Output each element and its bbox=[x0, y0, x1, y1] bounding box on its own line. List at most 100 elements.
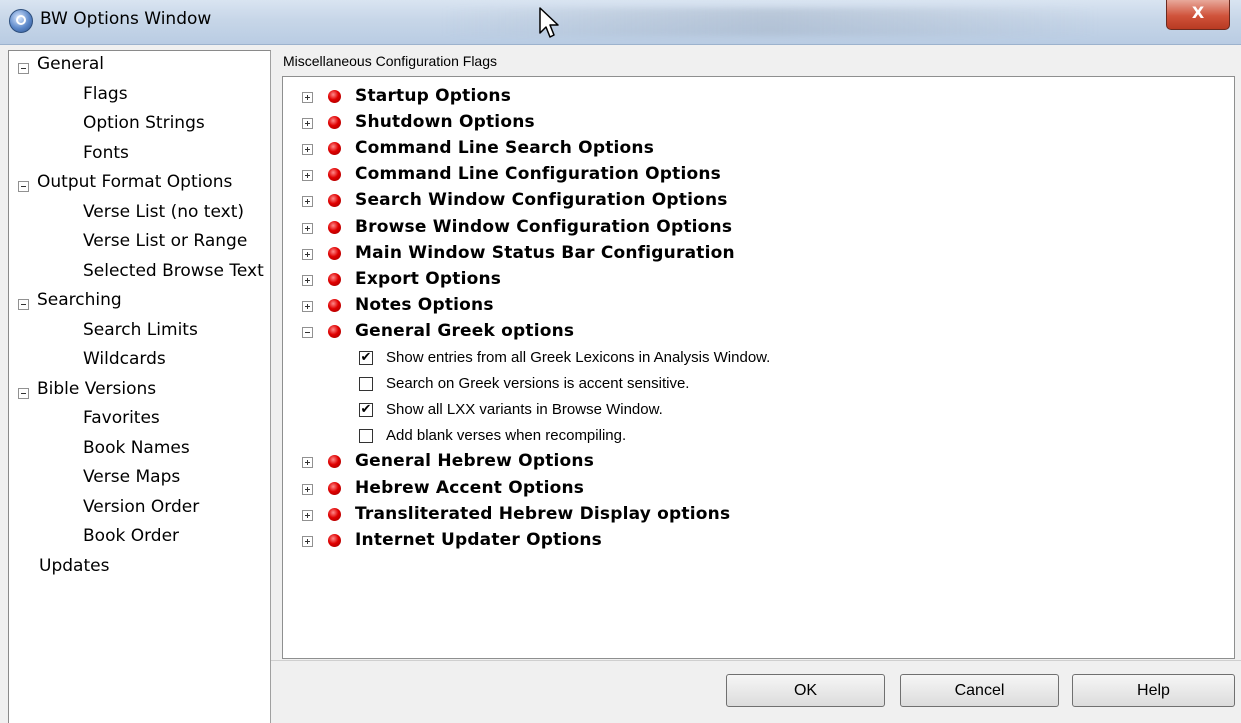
option-row[interactable]: ✔ Show entries from all Greek Lexicons in… bbox=[283, 345, 1234, 371]
group-row-transliterated-hebrew-display-options[interactable]: Transliterated Hebrew Display options bbox=[283, 502, 1234, 528]
red-bullet-icon bbox=[328, 220, 341, 234]
nav-item-bible-versions[interactable]: Bible Versions bbox=[37, 379, 156, 399]
group-title: Export Options bbox=[355, 268, 502, 289]
group-row-internet-updater-options[interactable]: Internet Updater Options bbox=[283, 528, 1234, 554]
red-bullet-icon bbox=[328, 168, 341, 182]
group-title: Command Line Configuration Options bbox=[355, 164, 721, 185]
options-tree[interactable]: General Flags Option Strings Fonts Output Fo… bbox=[8, 50, 271, 723]
nav-item-verse-maps[interactable]: Verse Maps bbox=[83, 467, 180, 487]
group-title: Command Line Search Options bbox=[355, 138, 655, 159]
app-icon bbox=[9, 9, 33, 33]
red-bullet-icon bbox=[328, 533, 341, 547]
nav-item-version-order[interactable]: Version Order bbox=[83, 497, 199, 517]
option-label: Show entries from all Greek Lexicons in … bbox=[386, 349, 771, 366]
nav-item-searching[interactable]: Searching bbox=[37, 290, 122, 310]
group-title: Shutdown Options bbox=[355, 112, 535, 133]
nav-item-updates[interactable]: Updates bbox=[39, 556, 109, 576]
red-bullet-icon bbox=[328, 90, 341, 103]
collapse-icon[interactable] bbox=[302, 326, 313, 338]
nav-item-wildcards[interactable]: Wildcards bbox=[83, 349, 166, 369]
red-bullet-icon bbox=[328, 298, 341, 312]
group-row-general-greek-options[interactable]: General Greek options bbox=[283, 319, 1234, 345]
close-button[interactable]: X bbox=[1166, 0, 1230, 30]
option-row[interactable]: ✔ Show all LXX variants in Browse Window. bbox=[283, 397, 1234, 423]
option-label: Add blank verses when recompiling. bbox=[386, 427, 627, 445]
red-bullet-icon bbox=[328, 455, 341, 469]
option-label: Show all LXX variants in Browse Window. bbox=[386, 401, 663, 419]
checkbox-unchecked[interactable] bbox=[359, 429, 373, 444]
group-row-hebrew-accent-options[interactable]: Hebrew Accent Options bbox=[283, 476, 1234, 502]
option-label: Search on Greek versions is accent sensi… bbox=[386, 375, 690, 393]
group-title: Internet Updater Options bbox=[355, 529, 602, 550]
group-title: Browse Window Configuration Options bbox=[355, 216, 733, 237]
nav-item-selected-browse-text[interactable]: Selected Browse Text bbox=[83, 261, 264, 281]
checkbox-unchecked[interactable] bbox=[359, 377, 373, 392]
red-bullet-icon bbox=[328, 324, 341, 338]
red-bullet-icon bbox=[328, 142, 341, 156]
collapse-searching-icon[interactable] bbox=[18, 299, 29, 310]
expand-icon[interactable] bbox=[302, 300, 313, 312]
expand-icon[interactable] bbox=[302, 274, 313, 286]
expand-icon[interactable] bbox=[302, 248, 313, 260]
checkbox-checked[interactable]: ✔ bbox=[359, 351, 373, 365]
group-row-notes-options[interactable]: Notes Options bbox=[283, 293, 1234, 319]
expand-icon[interactable] bbox=[302, 196, 313, 208]
expand-icon[interactable] bbox=[302, 92, 313, 103]
expand-icon[interactable] bbox=[302, 118, 313, 130]
nav-item-flags[interactable]: Flags bbox=[83, 84, 128, 104]
red-bullet-icon bbox=[328, 507, 341, 521]
divider bbox=[271, 660, 1241, 661]
expand-icon[interactable] bbox=[302, 457, 313, 469]
window-title: BW Options Window bbox=[40, 9, 212, 29]
cancel-button[interactable]: Cancel bbox=[900, 674, 1059, 707]
expand-icon[interactable] bbox=[302, 509, 313, 521]
collapse-output-format-options-icon[interactable] bbox=[18, 181, 29, 192]
option-row[interactable]: Search on Greek versions is accent sensi… bbox=[283, 371, 1234, 397]
group-row-export-options[interactable]: Export Options bbox=[283, 267, 1234, 293]
group-title: Notes Options bbox=[355, 294, 494, 315]
red-bullet-icon bbox=[328, 481, 341, 495]
nav-item-general[interactable]: General bbox=[37, 54, 104, 74]
group-title: Hebrew Accent Options bbox=[355, 477, 585, 498]
checkbox-checked[interactable]: ✔ bbox=[359, 403, 373, 418]
option-row[interactable]: Add blank verses when recompiling. bbox=[283, 423, 1234, 449]
group-title: Transliterated Hebrew Display options bbox=[355, 503, 731, 524]
nav-item-favorites[interactable]: Favorites bbox=[83, 408, 160, 428]
red-bullet-icon bbox=[328, 194, 341, 208]
title-bar: BW Options Window X bbox=[0, 0, 1241, 45]
group-row-general-hebrew-options[interactable]: General Hebrew Options bbox=[283, 449, 1234, 475]
red-bullet-icon bbox=[328, 272, 341, 286]
mouse-cursor-icon bbox=[539, 7, 559, 38]
nav-item-book-names[interactable]: Book Names bbox=[83, 438, 190, 458]
red-bullet-icon bbox=[328, 116, 341, 130]
expand-icon[interactable] bbox=[302, 170, 313, 182]
group-row-shutdown-options[interactable]: Shutdown Options bbox=[283, 110, 1234, 136]
nav-item-book-order[interactable]: Book Order bbox=[83, 526, 179, 546]
expand-icon[interactable] bbox=[302, 483, 313, 495]
group-row-browse-window-configuration-options[interactable]: Browse Window Configuration Options bbox=[283, 215, 1234, 241]
expand-icon[interactable] bbox=[302, 144, 313, 156]
group-row-main-window-status-bar-configuration[interactable]: Main Window Status Bar Configuration bbox=[283, 241, 1234, 267]
expand-icon[interactable] bbox=[302, 535, 313, 547]
nav-item-verse-list-or-range[interactable]: Verse List or Range bbox=[83, 231, 247, 251]
group-title: Search Window Configuration Options bbox=[355, 190, 728, 211]
ok-button[interactable]: OK bbox=[726, 674, 885, 707]
nav-item-output-format-options[interactable]: Output Format Options bbox=[37, 172, 232, 192]
collapse-bible-versions-icon[interactable] bbox=[18, 387, 29, 399]
group-title: General Greek options bbox=[355, 320, 575, 341]
nav-item-option-strings[interactable]: Option Strings bbox=[83, 113, 205, 133]
group-row-startup-options[interactable]: Startup Options bbox=[283, 84, 1234, 110]
expand-icon[interactable] bbox=[302, 222, 313, 234]
nav-item-search-limits[interactable]: Search Limits bbox=[83, 320, 198, 340]
flags-tree-panel[interactable]: Startup Options Shutdown Options Command L… bbox=[282, 76, 1235, 659]
group-row-search-window-configuration-options[interactable]: Search Window Configuration Options bbox=[283, 188, 1234, 214]
group-title: Startup Options bbox=[355, 86, 512, 106]
red-bullet-icon bbox=[328, 246, 341, 260]
collapse-general-icon[interactable] bbox=[18, 63, 29, 74]
group-row-command-line-configuration-options[interactable]: Command Line Configuration Options bbox=[283, 162, 1234, 188]
help-button[interactable]: Help bbox=[1072, 674, 1235, 707]
nav-item-fonts[interactable]: Fonts bbox=[83, 143, 129, 163]
group-row-command-line-search-options[interactable]: Command Line Search Options bbox=[283, 136, 1234, 162]
group-title: Main Window Status Bar Configuration bbox=[355, 242, 735, 263]
nav-item-verse-list-no-text[interactable]: Verse List (no text) bbox=[83, 202, 244, 222]
